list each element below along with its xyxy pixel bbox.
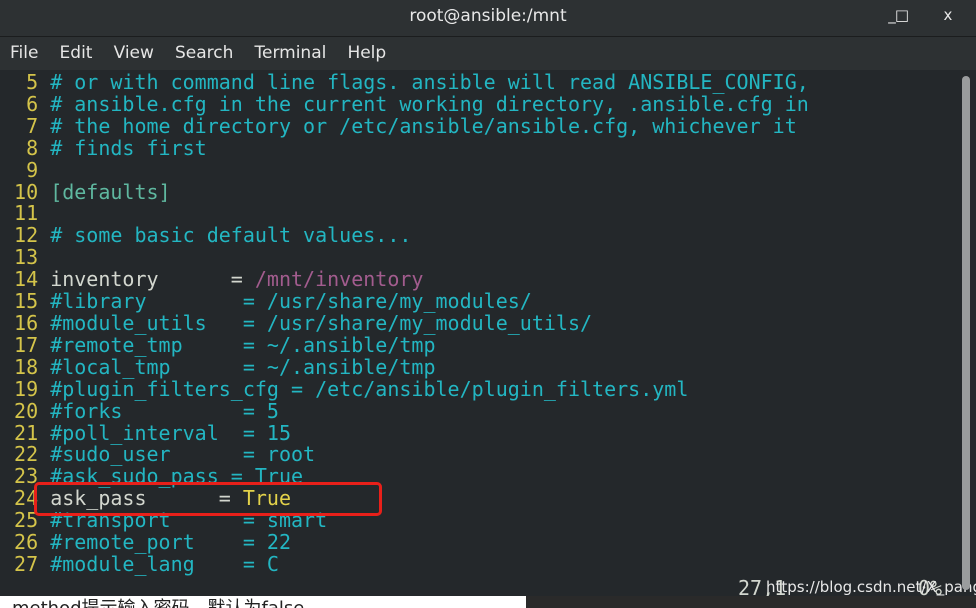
title-bar: root@ansible:/mnt _ □ x xyxy=(0,0,976,37)
close-button[interactable]: x xyxy=(936,6,960,24)
menu-bar: File Edit View Search Terminal Help xyxy=(0,37,976,70)
code-line: 5 # or with command line flags. ansible … xyxy=(2,70,809,94)
code-text: #remote_tmp = ~/.ansible/tmp xyxy=(50,332,436,357)
code-line: 26 #remote_port = 22 xyxy=(2,530,809,555)
line-number: 11 xyxy=(14,201,39,226)
watermark: https://blog.csdn.net/X_pang xyxy=(766,578,976,596)
code-text: #local_tmp = ~/.ansible/tmp xyxy=(50,354,436,379)
code-line: 13 xyxy=(2,245,809,270)
line-number: 6 xyxy=(26,91,39,116)
code-text: #sudo_user = root xyxy=(50,442,316,467)
code-line: 8 # finds first xyxy=(2,135,809,160)
code-text: #module_utils = /usr/share/my_module_uti… xyxy=(50,310,593,335)
code-text: [defaults] xyxy=(50,179,171,204)
line-number: 14 xyxy=(14,267,39,292)
line-number: 26 xyxy=(14,530,39,555)
code-line: 10 [defaults] xyxy=(2,179,809,204)
code-text: #forks = 5 xyxy=(50,398,279,423)
code-line: 17 #remote_tmp = ~/.ansible/tmp xyxy=(2,332,809,357)
line-number: 5 xyxy=(26,70,39,94)
code-text: # or with command line flags. ansible wi… xyxy=(50,70,809,94)
line-number: 20 xyxy=(14,398,39,423)
maximize-button[interactable]: □ xyxy=(890,6,914,24)
code-text: # some basic default values... xyxy=(50,223,412,248)
line-number: 10 xyxy=(14,179,39,204)
code-line: 19 #plugin_filters_cfg = /etc/ansible/pl… xyxy=(2,376,809,401)
code-line: 21 #poll_interval = 15 xyxy=(2,420,809,445)
dark-region xyxy=(526,596,976,608)
line-number: 12 xyxy=(14,223,39,248)
code-text: # ansible.cfg in the current working dir… xyxy=(50,91,809,116)
code-line: 22 #sudo_user = root xyxy=(2,442,809,467)
line-number: 8 xyxy=(26,135,39,160)
code-line: 16 #module_utils = /usr/share/my_module_… xyxy=(2,310,809,335)
menu-help[interactable]: Help xyxy=(347,37,386,63)
code-line: 27 #module_lang = C xyxy=(2,551,809,576)
code-line: 7 # the home directory or /etc/ansible/a… xyxy=(2,113,809,138)
menu-search[interactable]: Search xyxy=(175,37,233,63)
line-number: 13 xyxy=(14,245,39,270)
code-line: 6 # ansible.cfg in the current working d… xyxy=(2,91,809,116)
page-below: method提示输入密码，默认为false xyxy=(0,596,976,608)
menu-terminal[interactable]: Terminal xyxy=(255,37,327,63)
window-title: root@ansible:/mnt xyxy=(409,6,567,26)
code-line: 20 #forks = 5 xyxy=(2,398,809,423)
line-number: 19 xyxy=(14,376,39,401)
line-number: 27 xyxy=(14,551,39,576)
code-text: # finds first xyxy=(50,135,207,160)
code-text: #plugin_filters_cfg = /etc/ansible/plugi… xyxy=(50,376,689,401)
menu-file[interactable]: File xyxy=(10,37,38,63)
code-text: #module_lang = C xyxy=(50,551,279,576)
code-text: #library = /usr/share/my_modules/ xyxy=(50,289,532,314)
code-text: inventory = xyxy=(50,267,255,292)
code-line: 14 inventory = /mnt/inventory xyxy=(2,267,809,292)
code-text: # the home directory or /etc/ansible/ans… xyxy=(50,113,797,138)
code-text: /mnt/inventory xyxy=(254,267,424,292)
line-number: 15 xyxy=(14,289,39,314)
line-number: 16 xyxy=(14,310,39,335)
line-number: 18 xyxy=(14,354,39,379)
code-line: 11 xyxy=(2,201,809,226)
line-number: 17 xyxy=(14,332,39,357)
terminal-area[interactable]: 5 # or with command line flags. ansible … xyxy=(0,70,976,600)
scrollbar[interactable] xyxy=(962,76,970,590)
code-line: 18 #local_tmp = ~/.ansible/tmp xyxy=(2,354,809,379)
code-line: 12 # some basic default values... xyxy=(2,223,809,248)
line-number: 22 xyxy=(14,442,39,467)
highlight-box xyxy=(34,482,382,516)
menu-edit[interactable]: Edit xyxy=(60,37,93,63)
code-text: #remote_port = 22 xyxy=(50,530,292,555)
line-number: 7 xyxy=(26,113,39,138)
code-line: 15 #library = /usr/share/my_modules/ xyxy=(2,289,809,314)
code-line: 9 xyxy=(2,157,809,182)
code-text: #poll_interval = 15 xyxy=(50,420,292,445)
menu-view[interactable]: View xyxy=(114,37,154,63)
below-text: method提示输入密码，默认为false xyxy=(12,596,304,608)
line-number: 9 xyxy=(26,157,39,182)
line-number: 21 xyxy=(14,420,39,445)
